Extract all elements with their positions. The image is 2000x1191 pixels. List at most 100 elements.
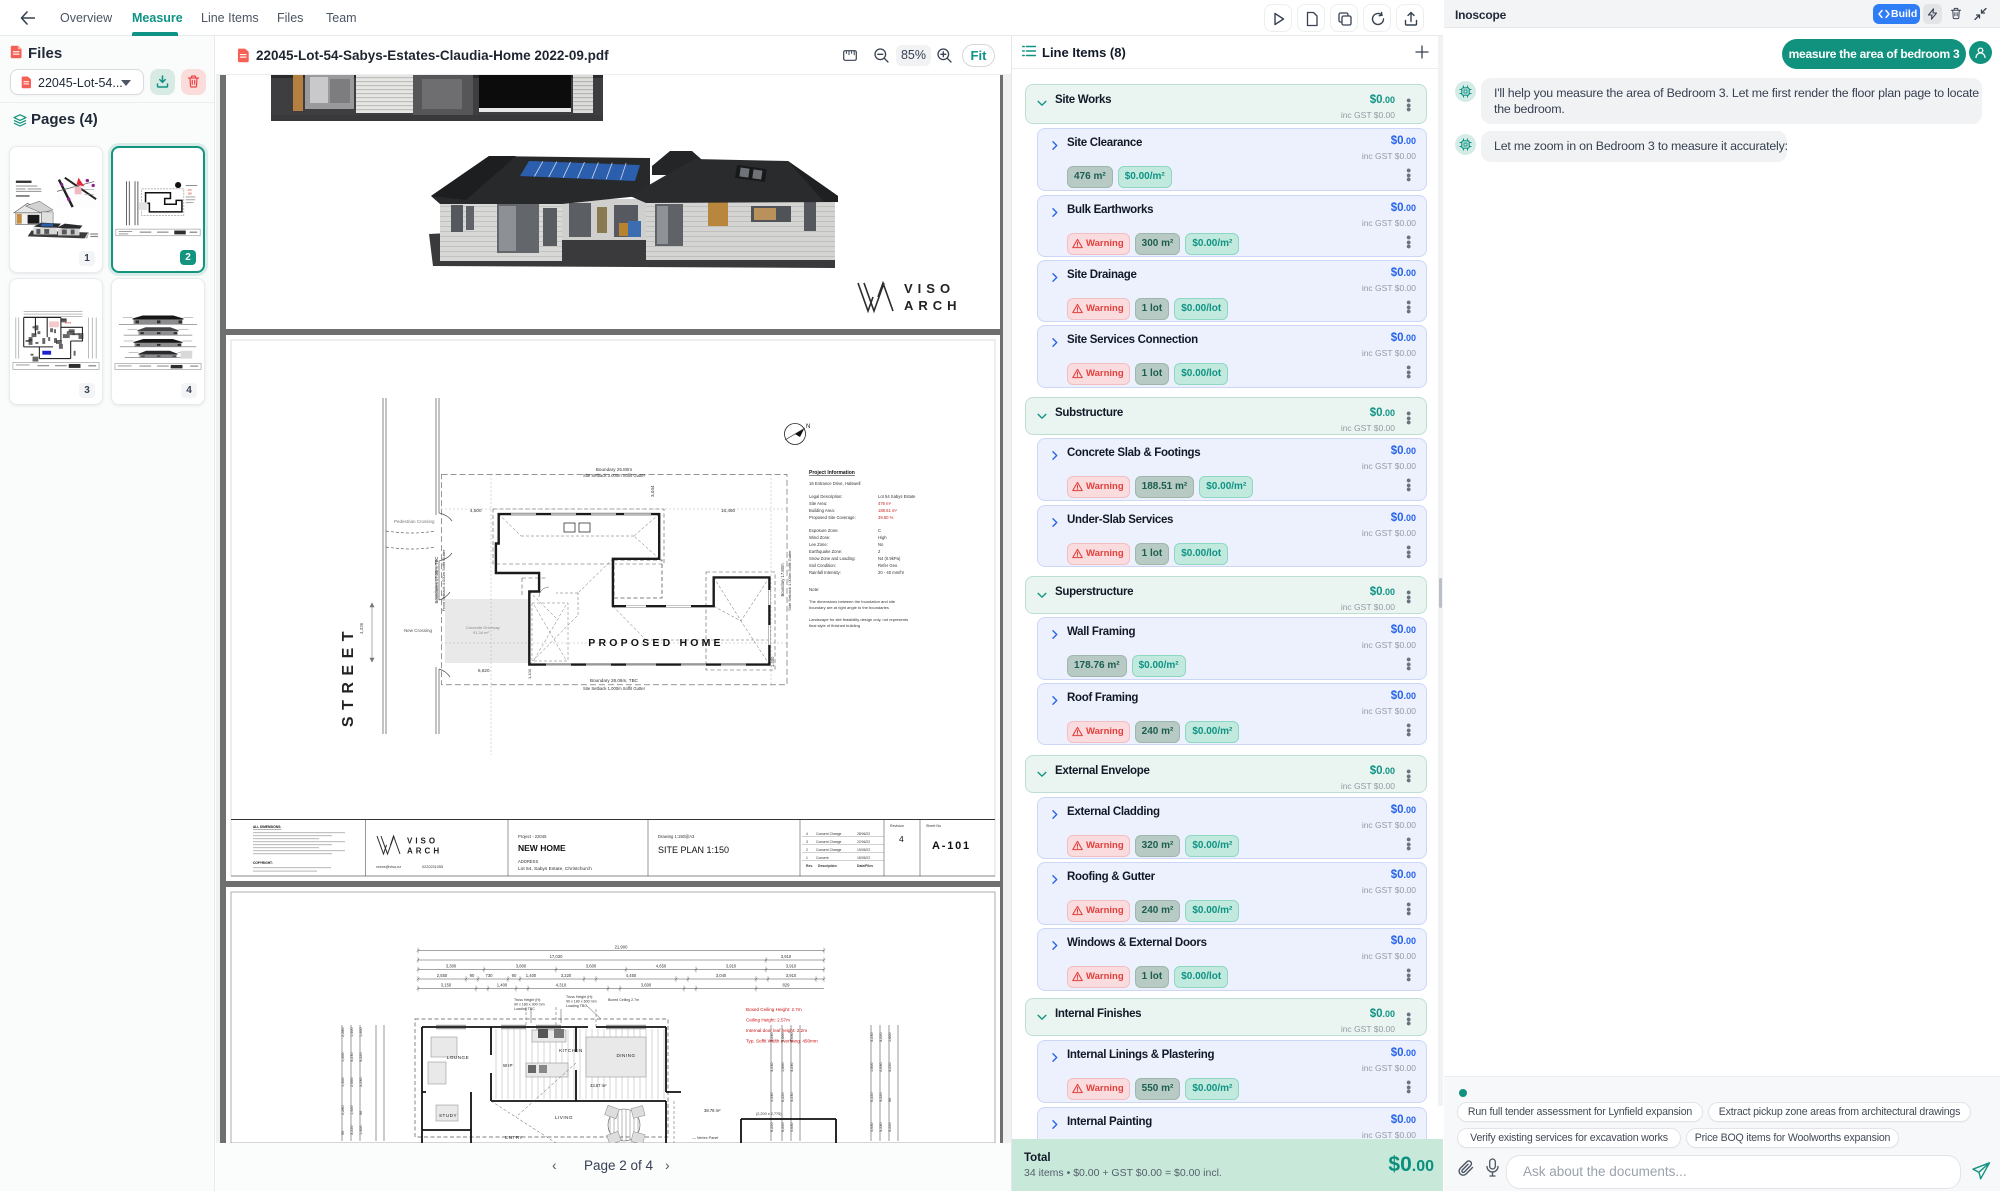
svg-text:19/05/22: 19/05/22 xyxy=(857,848,870,852)
svg-text:DINING: DINING xyxy=(616,1053,635,1058)
svg-text:ADDRESS: ADDRESS xyxy=(518,859,538,864)
svg-text:1,400: 1,400 xyxy=(341,1077,345,1087)
svg-text:4,310: 4,310 xyxy=(556,983,567,988)
svg-text:Internal door leaf height: 2.2: Internal door leaf height: 2.2m xyxy=(746,1028,807,1033)
svg-text:0220231055: 0220231055 xyxy=(422,865,443,869)
svg-text:2,060: 2,060 xyxy=(350,1077,354,1087)
svg-text:3,230: 3,230 xyxy=(790,1092,794,1102)
svg-text:Rainfall Intensity:: Rainfall Intensity: xyxy=(809,570,841,575)
svg-text:3,230: 3,230 xyxy=(879,1122,883,1132)
svg-text:2: 2 xyxy=(806,848,808,852)
svg-text:90: 90 xyxy=(512,973,517,978)
svg-text:boundary are at right angle to: boundary are at right angle to the bound… xyxy=(809,605,889,610)
svg-text:90 x 180 x 600 mm: 90 x 180 x 600 mm xyxy=(566,1000,597,1004)
svg-text:Wind Zone:: Wind Zone: xyxy=(809,535,830,540)
svg-text:Description: Description xyxy=(818,864,837,868)
svg-text:28/06/22: 28/06/22 xyxy=(857,832,870,836)
svg-text:WIP: WIP xyxy=(503,1063,513,1068)
svg-text:Truss Height (H):: Truss Height (H): xyxy=(514,998,541,1002)
svg-text:High: High xyxy=(878,535,887,540)
svg-text:43.67 m²: 43.67 m² xyxy=(590,1083,607,1088)
svg-text:16 Entrance Drive, Halswell: 16 Entrance Drive, Halswell xyxy=(809,481,861,486)
svg-text:730: 730 xyxy=(486,973,494,978)
svg-text:Proposed Site Coverage:: Proposed Site Coverage: xyxy=(809,515,856,520)
svg-text:3,910: 3,910 xyxy=(781,954,792,959)
svg-text:4,030: 4,030 xyxy=(870,1122,874,1132)
svg-text:Legal Description:: Legal Description: xyxy=(809,494,843,499)
svg-text:1,600: 1,600 xyxy=(888,1032,892,1042)
svg-text:final style of finished buildi: final style of finished building xyxy=(809,623,860,628)
svg-text:Loading TBC: Loading TBC xyxy=(514,1007,535,1011)
svg-text:4,336: 4,336 xyxy=(359,622,364,634)
svg-text:4,500: 4,500 xyxy=(470,508,482,513)
svg-text:Site Area:: Site Area: xyxy=(809,501,827,506)
svg-text:(2,200 x 2,775): (2,200 x 2,775) xyxy=(756,1112,782,1116)
svg-text:LIVING: LIVING xyxy=(555,1115,573,1120)
svg-text:Site Setback 1.000m Soffit Gut: Site Setback 1.000m Soffit Gutter xyxy=(583,686,646,691)
svg-text:1,400: 1,400 xyxy=(770,656,775,667)
svg-text:Boundary 28.06m, TBC: Boundary 28.06m, TBC xyxy=(590,678,639,683)
svg-text:3,230: 3,230 xyxy=(790,1062,794,1072)
svg-text:Consent: Consent xyxy=(816,856,829,860)
svg-text:3,910: 3,910 xyxy=(786,964,797,969)
svg-text:829: 829 xyxy=(783,983,791,988)
svg-text:Front Setback 4.000m Soffit Gu: Front Setback 4.000m Soffit Gutter xyxy=(441,549,446,611)
svg-text:1,600: 1,600 xyxy=(781,1032,785,1042)
svg-text:38.76 m²: 38.76 m² xyxy=(704,1108,721,1113)
svg-text:ENTRY: ENTRY xyxy=(505,1135,523,1140)
svg-text:Ceiling Height: 2.57m: Ceiling Height: 2.57m xyxy=(746,1018,790,1023)
svg-text:3,220: 3,220 xyxy=(350,1125,354,1135)
svg-text:Drawing 1:150@A3: Drawing 1:150@A3 xyxy=(658,834,695,839)
svg-text:3,230: 3,230 xyxy=(770,1062,774,1072)
svg-text:Boxed Ceiling 2.7m: Boxed Ceiling 2.7m xyxy=(608,998,639,1002)
svg-text:4,030: 4,030 xyxy=(770,1092,774,1102)
svg-text:476 m²: 476 m² xyxy=(878,501,892,506)
svg-text:xxxxx@viso.nz: xxxxx@viso.nz xyxy=(376,865,401,869)
svg-text:90: 90 xyxy=(341,1131,345,1135)
svg-text:3,220: 3,220 xyxy=(888,1062,892,1072)
svg-text:VISO: VISO xyxy=(904,281,955,296)
svg-text:1,600: 1,600 xyxy=(870,1062,874,1072)
svg-text:6,220: 6,220 xyxy=(770,1122,774,1132)
svg-text:1: 1 xyxy=(806,856,808,860)
svg-text:1,400: 1,400 xyxy=(526,973,537,978)
svg-text:6,220: 6,220 xyxy=(781,1092,785,1102)
svg-text:188: 188 xyxy=(188,193,193,196)
svg-text:Revision: Revision xyxy=(890,824,904,828)
svg-text:Project - 22045: Project - 22045 xyxy=(518,834,547,839)
svg-text:ARCH: ARCH xyxy=(407,847,442,856)
svg-text:3,220: 3,220 xyxy=(359,1052,363,1062)
svg-text:3,220: 3,220 xyxy=(561,973,572,978)
svg-text:Date/Files: Date/Files xyxy=(857,864,873,868)
svg-text:3,230: 3,230 xyxy=(870,1032,874,1042)
svg-text:3,230: 3,230 xyxy=(770,1032,774,1042)
svg-text:NEW HOME: NEW HOME xyxy=(518,843,566,853)
svg-text:ARCH: ARCH xyxy=(904,298,962,313)
svg-text:3,600: 3,600 xyxy=(586,964,597,969)
svg-text:The dimensions between the fou: The dimensions between the foundation an… xyxy=(809,599,896,604)
svg-text:Lot 54 Sabys Estate: Lot 54 Sabys Estate xyxy=(878,494,916,499)
svg-text:COPYRIGHT:: COPYRIGHT: xyxy=(253,861,273,865)
svg-text:4,030: 4,030 xyxy=(879,1062,883,1072)
svg-text:1,400: 1,400 xyxy=(350,1027,354,1037)
svg-text:1,400: 1,400 xyxy=(497,983,508,988)
svg-text:SITE PLAN 1:150: SITE PLAN 1:150 xyxy=(658,845,729,855)
svg-text:3,910: 3,910 xyxy=(726,964,737,969)
svg-text:6,220: 6,220 xyxy=(870,1092,874,1102)
svg-text:No: No xyxy=(878,542,884,547)
svg-text:4,030: 4,030 xyxy=(790,1032,794,1042)
svg-text:3,800: 3,800 xyxy=(516,964,527,969)
svg-text:A-101: A-101 xyxy=(932,840,971,852)
svg-text:16,460: 16,460 xyxy=(721,508,735,513)
svg-text:1,100: 1,100 xyxy=(527,668,532,679)
svg-text:4,450: 4,450 xyxy=(626,973,637,978)
svg-text:KITCHEN: KITCHEN xyxy=(559,1048,583,1053)
svg-text:39.60 %: 39.60 % xyxy=(878,515,894,520)
svg-text:91.34 m²: 91.34 m² xyxy=(473,630,489,635)
svg-text:90 x 180 x 300 mm: 90 x 180 x 300 mm xyxy=(514,1003,545,1007)
svg-text:2: 2 xyxy=(878,549,881,554)
svg-text:Boxed: Boxed xyxy=(65,322,72,324)
svg-text:Soil Condition:: Soil Condition: xyxy=(809,563,836,568)
svg-text:3,910: 3,910 xyxy=(786,973,797,978)
svg-text:Lot 54, Sabys Estate, Christch: Lot 54, Sabys Estate, Christchurch xyxy=(518,866,592,872)
